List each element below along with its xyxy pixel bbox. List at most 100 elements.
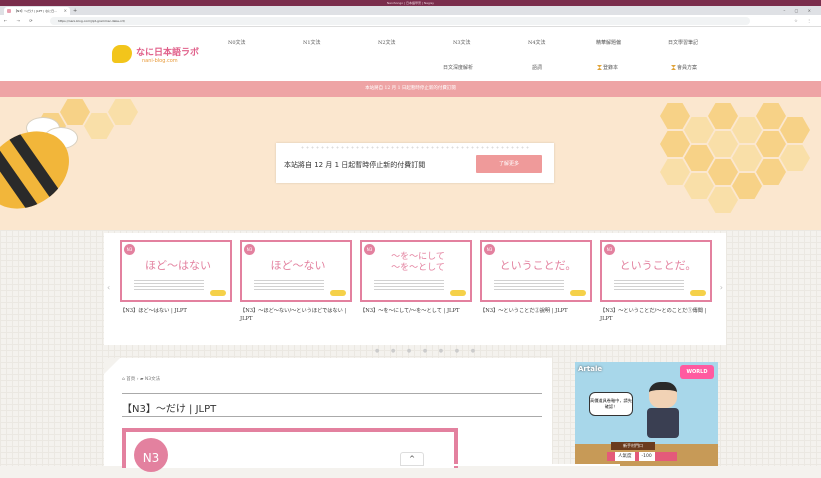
scroll-to-top-button[interactable]: ^	[400, 452, 424, 466]
card-text-lines	[254, 280, 324, 290]
ad-badge: WORLD	[680, 365, 714, 379]
nav-item-login[interactable]: 登錄本	[597, 64, 618, 74]
nav-item-n1[interactable]: N1文法	[303, 39, 321, 49]
card-text-lines	[134, 280, 204, 290]
carousel-pagination[interactable]: ● ● ● ● ● ● ●	[375, 348, 480, 354]
honeycomb-hex	[732, 117, 762, 143]
ad-name-tag: 新手村門口	[611, 442, 655, 450]
honeycomb-hex	[108, 99, 138, 125]
nav-item-login-label: 登錄本	[603, 65, 619, 71]
tab-title: 【N3】〜だけ | JLPT | なに日...	[14, 9, 58, 13]
learn-more-button[interactable]: 了解更多	[476, 155, 542, 173]
card-caption[interactable]: 【N3】〜ということだ②說明 | JLPT	[480, 307, 592, 315]
banana-mark-icon	[330, 290, 346, 296]
sidebar-advertisement[interactable]: Artale WORLD 高價道具卷軸中，請先確認！ 新手村門口 人氣度 -100	[575, 362, 718, 466]
folder-icon: ▰	[139, 377, 144, 382]
site-header: なに日本語ラボ nani-blog.com	[0, 27, 821, 81]
card-caption[interactable]: 【N3】〜ほど〜ない/〜というほどではない | JLPT	[240, 307, 352, 323]
honeycomb-hex	[660, 159, 690, 185]
honeycomb-hex	[708, 131, 738, 157]
carousel-card[interactable]: N3 ということだ。 【N3】〜ということだ/〜とのことだ①傳聞 | JLPT	[600, 240, 712, 323]
nav-item-n0[interactable]: N0文法	[228, 39, 246, 49]
nav-item-n3[interactable]: N3文法	[453, 39, 471, 49]
article-card: ⌂ 首頁 › ▰ N3文法 【N3】〜だけ | JLPT N3	[104, 358, 552, 472]
nav-item-n4[interactable]: N4文法	[528, 39, 546, 49]
browser-tab[interactable]: 【N3】〜だけ | JLPT | なに日... ×	[4, 7, 70, 15]
breadcrumb-category[interactable]: N3文法	[145, 377, 160, 382]
banana-mark-icon	[570, 290, 586, 296]
notice-card: 本站將自 12 月 1 日起暫時停止新的付費訂閱 了解更多	[276, 143, 554, 183]
level-badge: N3	[244, 244, 255, 255]
breadcrumb-home[interactable]: 首頁	[126, 377, 135, 382]
carousel-card[interactable]: N3 ほど〜ない 【N3】〜ほど〜ない/〜というほどではない | JLPT	[240, 240, 352, 323]
hourglass-icon	[597, 65, 602, 70]
level-badge: N3	[124, 244, 135, 255]
card-text-lines	[494, 280, 564, 290]
page-title: 【N3】〜だけ | JLPT	[122, 404, 217, 415]
card-thumbnail[interactable]: N3 ということだ。	[600, 240, 712, 302]
honeycomb-hex	[756, 159, 786, 185]
nav-item-vocab[interactable]: 語詞	[532, 64, 542, 74]
nav-item-n2[interactable]: N2文法	[378, 39, 396, 49]
honeycomb-hex	[732, 173, 762, 199]
honeycomb-hex	[684, 173, 714, 199]
window-controls[interactable]: – ▢ ×	[783, 7, 815, 14]
breadcrumb: ⌂ 首頁 › ▰ N3文法	[122, 376, 160, 382]
honeycomb-hex	[708, 103, 738, 129]
card-heading: ということだ。	[619, 259, 697, 272]
nav-item-membership[interactable]: 會員方案	[671, 64, 697, 74]
card-heading: ほど〜ない	[270, 259, 326, 272]
announcement-bar[interactable]: 本站將自 12 月 1 日起暫時停止新的付費訂閱	[0, 81, 821, 97]
card-caption[interactable]: 【N3】〜ということだ/〜とのことだ①傳聞 | JLPT	[600, 307, 712, 323]
banana-mark-icon	[210, 290, 226, 296]
close-tab-icon[interactable]: ×	[64, 7, 67, 15]
carousel-next-icon[interactable]: ›	[720, 283, 723, 292]
card-heading: 〜を〜にして 〜を〜として	[391, 252, 445, 273]
card-thumbnail[interactable]: N3 ほど〜はない	[120, 240, 232, 302]
notice-dots	[300, 146, 530, 149]
tab-bar: 【N3】〜だけ | JLPT | なに日... × + – ▢ ×	[0, 6, 821, 15]
nav-item-exam[interactable]: 精華解題偏	[596, 39, 621, 49]
card-caption[interactable]: 【N3】ほど〜はない | JLPT	[120, 307, 232, 315]
logo-title: なに日本語ラボ	[136, 48, 200, 58]
notice-text: 本站將自 12 月 1 日起暫時停止新的付費訂閱	[284, 161, 426, 169]
ad-popularity-bar: 人氣度 -100	[607, 452, 677, 461]
carousel-prev-icon[interactable]: ‹	[107, 283, 110, 292]
home-icon[interactable]: ⌂	[122, 377, 125, 382]
carousel-card[interactable]: N3 ということだ。 【N3】〜ということだ②說明 | JLPT	[480, 240, 592, 315]
level-badge: N3	[604, 244, 615, 255]
browser-extensions[interactable]: ☆ ⋮	[794, 17, 815, 25]
carousel-card[interactable]: N3 〜を〜にして 〜を〜として 【N3】〜を〜にして/〜を〜として | JLP…	[360, 240, 472, 315]
honeycomb-hex	[708, 159, 738, 185]
related-carousel: ‹ › N3 ほど〜はない 【N3】ほど〜はない | JLPT N3 ほど〜ない…	[104, 233, 726, 345]
carousel-card[interactable]: N3 ほど〜はない 【N3】ほど〜はない | JLPT	[120, 240, 232, 315]
banana-mark-icon	[450, 290, 466, 296]
hero-banner: 本站將自 12 月 1 日起暫時停止新的付費訂閱 了解更多	[0, 97, 821, 230]
ad-character	[639, 382, 685, 442]
honeycomb-hex	[660, 131, 690, 157]
page-fold-corner	[104, 358, 120, 374]
title-divider-bottom	[122, 416, 542, 417]
new-tab-icon[interactable]: +	[73, 7, 77, 15]
nav-item-notes[interactable]: 日文學習筆記	[668, 39, 698, 49]
url-input[interactable]: https://nani-blog.com/jlpt-grammar-dake-…	[50, 17, 750, 25]
nav-item-analysis[interactable]: 日文深度解析	[443, 64, 473, 74]
ad-bar-label: 人氣度	[615, 452, 635, 461]
card-thumbnail[interactable]: N3 〜を〜にして 〜を〜として	[360, 240, 472, 302]
favicon-icon	[7, 9, 11, 13]
banana-logo-icon	[112, 45, 132, 63]
honeycomb-hex	[756, 131, 786, 157]
ad-bar-value: -100	[638, 452, 655, 461]
honeycomb-hex	[684, 117, 714, 143]
card-thumbnail[interactable]: N3 ということだ。	[480, 240, 592, 302]
honeycomb-hex	[756, 103, 786, 129]
nav-buttons[interactable]: ← → ⟳	[4, 17, 37, 25]
nav-item-membership-label: 會員方案	[677, 65, 698, 71]
ad-speech-bubble: 高價道具卷軸中，請先確認！	[589, 392, 633, 416]
card-caption[interactable]: 【N3】〜を〜にして/〜を〜として | JLPT	[360, 307, 472, 315]
honeycomb-hex	[780, 145, 810, 171]
site-logo[interactable]: なに日本語ラボ nani-blog.com	[112, 43, 202, 71]
card-thumbnail[interactable]: N3 ほど〜ない	[240, 240, 352, 302]
card-text-lines	[374, 280, 444, 290]
honeycomb-hex	[660, 103, 690, 129]
